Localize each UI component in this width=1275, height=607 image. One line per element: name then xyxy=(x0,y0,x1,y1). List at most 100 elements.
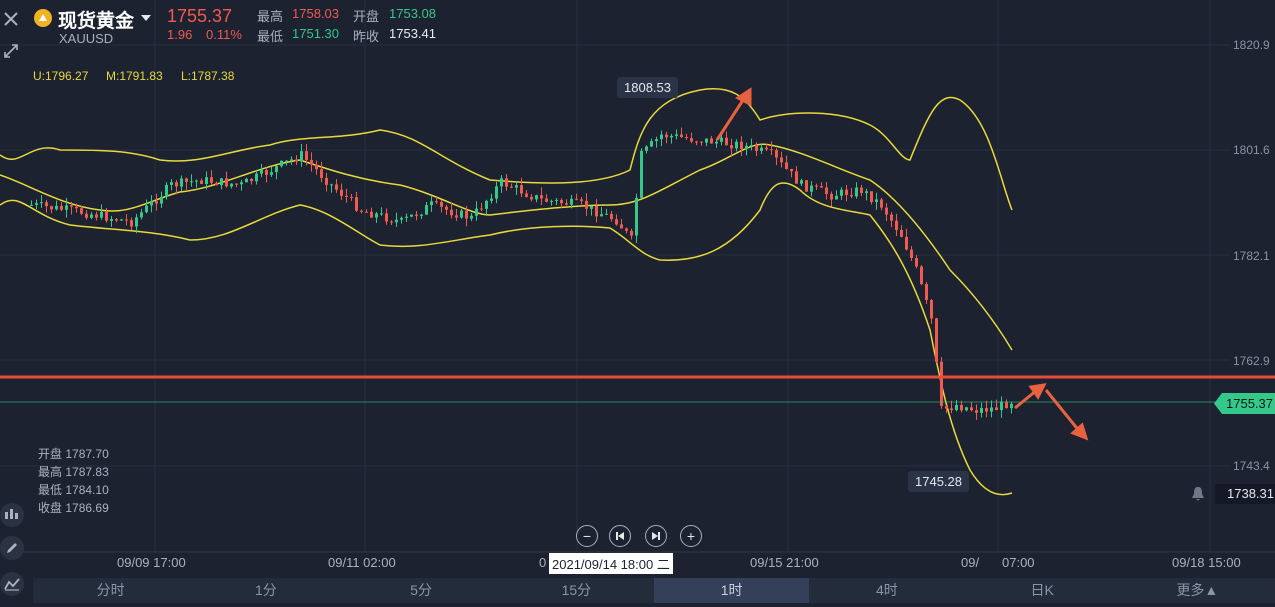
candle xyxy=(990,407,993,412)
candle xyxy=(430,201,433,206)
candle xyxy=(75,206,78,209)
candle xyxy=(715,141,718,144)
candle xyxy=(750,145,753,147)
candle xyxy=(380,213,383,215)
candle xyxy=(755,145,758,151)
candle xyxy=(310,159,313,165)
collapse-button[interactable] xyxy=(0,40,22,62)
candle xyxy=(485,200,488,209)
candle xyxy=(305,151,308,160)
candle xyxy=(685,137,688,139)
candle xyxy=(940,361,943,406)
tab-fenshi[interactable]: 分时 xyxy=(33,578,188,603)
tab-5min[interactable]: 5分 xyxy=(344,578,499,603)
candle xyxy=(345,195,348,197)
candle xyxy=(540,195,543,199)
candle xyxy=(945,405,948,409)
candle xyxy=(490,198,493,201)
candle xyxy=(865,191,868,193)
x-tick: 09/18 15:00 xyxy=(1172,555,1241,570)
candle xyxy=(630,230,633,236)
candle xyxy=(935,318,938,362)
candle xyxy=(115,219,118,221)
dropdown-caret-icon[interactable] xyxy=(140,10,152,28)
candle xyxy=(1010,403,1013,409)
candle xyxy=(795,171,798,184)
candle xyxy=(125,219,128,221)
candle xyxy=(245,178,248,183)
candle xyxy=(30,204,33,206)
candle xyxy=(360,210,363,212)
tab-more[interactable]: 更多▲ xyxy=(1120,578,1275,603)
candle xyxy=(400,217,403,220)
candle xyxy=(180,178,183,187)
scroll-end-button[interactable] xyxy=(645,525,667,547)
y-tick: 1801.6 xyxy=(1233,143,1270,157)
current-price-badge: 1755.37 xyxy=(1214,393,1275,414)
candle xyxy=(460,210,463,218)
candle xyxy=(1000,401,1003,411)
candle xyxy=(635,197,638,236)
candle xyxy=(140,212,143,218)
candle xyxy=(470,215,473,219)
x-tick: 09/ xyxy=(961,555,980,570)
candle xyxy=(350,196,353,198)
candle xyxy=(560,199,563,204)
chart-type-button[interactable] xyxy=(0,572,24,596)
candle xyxy=(785,162,788,169)
candle xyxy=(565,203,568,205)
candle xyxy=(780,157,783,163)
candle xyxy=(55,205,58,210)
candle xyxy=(690,138,693,142)
boll-lower-line xyxy=(0,182,1013,496)
candle xyxy=(765,147,768,150)
bell-icon[interactable] xyxy=(1190,486,1206,507)
candle xyxy=(515,185,518,188)
candle xyxy=(820,186,823,188)
candle xyxy=(475,208,478,216)
zoom-out-button[interactable]: − xyxy=(576,525,598,547)
annotation-arrows xyxy=(715,87,1089,441)
boll-lower: L:1787.38 xyxy=(181,69,235,83)
indicator-tool-button[interactable] xyxy=(0,503,24,527)
ohlc-low: 最低 1784.10 xyxy=(38,483,109,497)
tab-4h[interactable]: 4时 xyxy=(809,578,964,603)
candle xyxy=(190,181,193,183)
candle xyxy=(495,186,498,199)
high-value: 1758.03 xyxy=(292,6,339,21)
ohlc-high: 最高 1787.83 xyxy=(38,465,109,479)
close-button[interactable] xyxy=(0,8,22,30)
scroll-start-button[interactable] xyxy=(609,525,631,547)
candle xyxy=(170,182,173,185)
ohlc-panel: 开盘 1787.70 最高 1787.83 最低 1784.10 收盘 1786… xyxy=(38,445,109,517)
candle xyxy=(790,168,793,172)
tab-15min[interactable]: 15分 xyxy=(499,578,654,603)
candle xyxy=(525,193,528,197)
candle xyxy=(800,180,803,184)
candle xyxy=(805,180,808,192)
prev-close-value: 1753.41 xyxy=(389,26,436,41)
tab-1min[interactable]: 1分 xyxy=(188,578,343,603)
zoom-in-button[interactable]: + xyxy=(680,525,702,547)
candle xyxy=(365,211,368,213)
candle xyxy=(970,407,973,411)
tab-daily[interactable]: 日K xyxy=(965,578,1120,603)
candle xyxy=(670,135,673,138)
tab-1h[interactable]: 1时 xyxy=(654,578,810,603)
candle xyxy=(605,213,608,215)
candle xyxy=(625,228,628,231)
instrument-symbol: XAUUSD xyxy=(59,31,114,46)
arrow-up-1 xyxy=(715,96,747,141)
draw-tool-button[interactable] xyxy=(0,536,24,560)
alert-price[interactable]: 1738.31 xyxy=(1215,484,1275,504)
candle xyxy=(895,220,898,231)
price-change: 1.96 xyxy=(167,27,193,42)
collapse-icon xyxy=(4,44,18,58)
candle xyxy=(120,219,123,221)
candle xyxy=(40,202,43,204)
candle xyxy=(80,208,83,214)
instrument-title[interactable]: 现货黄金 xyxy=(58,6,134,33)
candle xyxy=(465,210,468,219)
boll-upper: U:1796.27 xyxy=(33,69,89,83)
candle xyxy=(320,169,323,178)
